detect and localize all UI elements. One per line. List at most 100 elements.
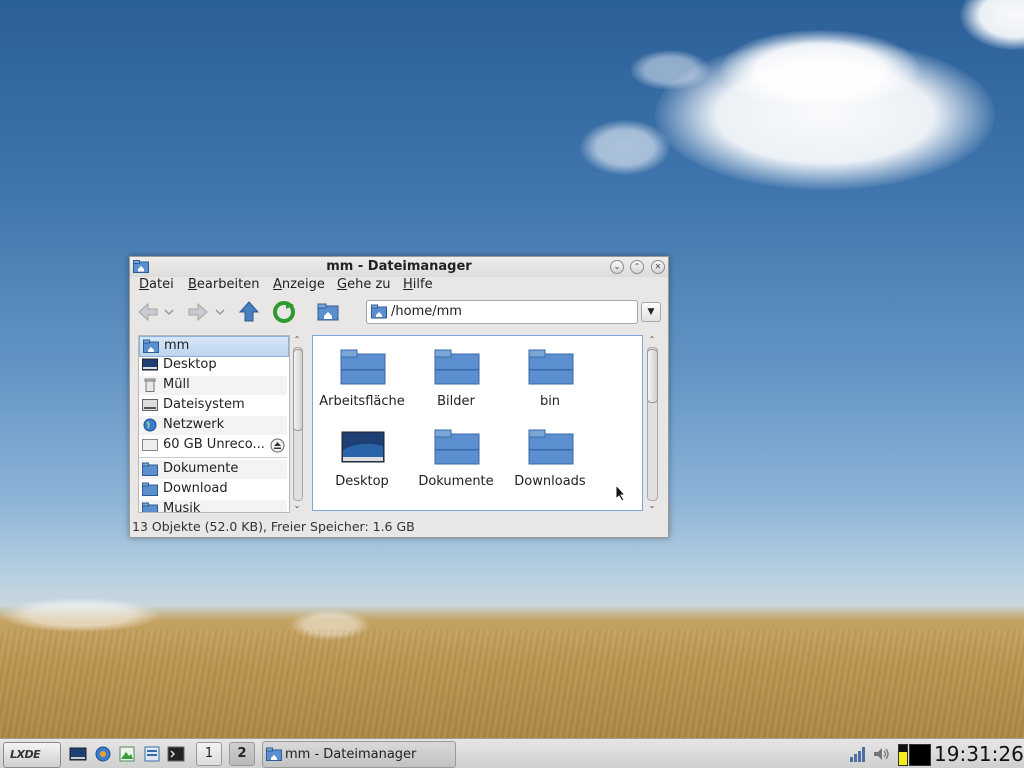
clock[interactable]: 19:31:26	[934, 742, 1024, 766]
browser-globe-icon[interactable]	[94, 745, 112, 763]
desktop-icon[interactable]	[69, 745, 87, 763]
menu-label: earbeiten	[196, 277, 260, 292]
battery-meter-icon[interactable]	[898, 744, 908, 766]
place-item-network[interactable]: Netzwerk	[139, 416, 287, 435]
chevron-down-icon[interactable]	[162, 300, 176, 324]
minimize-button[interactable]: ⌄	[610, 260, 624, 274]
title-bar[interactable]: mm - Dateimanager ⌄ ⌃ ✕	[130, 257, 668, 277]
file-item-arbeitsflaeche[interactable]: Arbeitsfläche	[315, 336, 409, 412]
cloud	[720, 30, 920, 110]
volume-icon[interactable]	[872, 745, 890, 763]
place-label: Netzwerk	[163, 417, 225, 432]
folder-icon	[142, 482, 158, 496]
folder-icon	[142, 502, 158, 512]
place-item-trash[interactable]: Müll	[139, 376, 287, 395]
place-item-volume[interactable]: 60 GB Unreco...	[139, 436, 287, 455]
menu-datei[interactable]: Datei	[139, 277, 174, 292]
scroll-down-arrow[interactable]: ⌄	[290, 501, 304, 511]
file-item-bin[interactable]: bin	[503, 336, 597, 412]
menu-label: nzeige	[281, 277, 325, 292]
menu-label: ilfe	[412, 277, 433, 292]
folder-icon	[528, 349, 574, 385]
place-label: Musik	[163, 501, 201, 513]
trash-icon	[144, 378, 156, 392]
menu-gehe-zu[interactable]: Gehe zu	[337, 277, 391, 292]
file-label: Arbeitsfläche	[319, 394, 405, 409]
network-globe-icon	[143, 418, 157, 432]
cpu-monitor-icon[interactable]	[909, 744, 931, 766]
network-signal-icon[interactable]	[849, 745, 867, 763]
workspace-label: 1	[204, 746, 214, 761]
file-manager-icon[interactable]	[143, 745, 161, 763]
scroll-thumb[interactable]	[647, 349, 658, 403]
file-label: bin	[539, 394, 561, 409]
places-panel: mm Desktop Müll Dateisystem Netzwerk 60 …	[138, 335, 290, 513]
window-title: mm - Dateimanager	[326, 259, 472, 274]
file-manager-window: mm - Dateimanager ⌄ ⌃ ✕ Datei Bearbeiten…	[129, 256, 669, 538]
desktop-icon	[341, 431, 385, 463]
workspace-1-button[interactable]: 1	[196, 742, 222, 766]
place-item-dokumente[interactable]: Dokumente	[139, 460, 287, 479]
file-item-bilder[interactable]: Bilder	[409, 336, 503, 412]
file-item-dokumente[interactable]: Dokumente	[409, 416, 503, 492]
menu-anzeige[interactable]: Anzeige	[273, 277, 325, 292]
place-label: Desktop	[163, 357, 217, 372]
folder-icon	[528, 429, 574, 465]
toolbar: /home/mm ▼	[130, 297, 668, 327]
place-label: 60 GB Unreco...	[163, 437, 265, 452]
home-folder-icon	[371, 304, 387, 319]
desktop-icon	[142, 358, 158, 371]
up-arrow-icon[interactable]	[237, 300, 261, 324]
task-button-file-manager[interactable]: mm - Dateimanager	[262, 741, 456, 768]
task-label: mm - Dateimanager	[285, 747, 417, 762]
scroll-thumb[interactable]	[293, 349, 303, 431]
taskbar: LXDE 1 2 mm - Dateimanager 19:31:26	[0, 738, 1024, 768]
menu-hilfe[interactable]: Hilfe	[403, 277, 433, 292]
eject-icon[interactable]	[270, 438, 285, 453]
file-icon-view[interactable]: Arbeitsfläche Bilder bin Desktop Dokumen…	[312, 335, 643, 511]
place-label: mm	[164, 338, 190, 353]
menu-bearbeiten[interactable]: Bearbeiten	[188, 277, 259, 292]
scroll-up-arrow[interactable]: ⌃	[290, 335, 304, 345]
address-text: /home/mm	[391, 304, 462, 319]
cloud	[0, 598, 160, 632]
file-item-desktop[interactable]: Desktop	[315, 416, 409, 492]
start-menu-button[interactable]: LXDE	[3, 742, 61, 768]
file-label: Bilder	[437, 394, 475, 409]
menu-bar: Datei Bearbeiten Anzeige Gehe zu Hilfe	[130, 277, 668, 295]
address-dropdown-button[interactable]: ▼	[641, 302, 661, 322]
place-label: Dokumente	[163, 461, 239, 476]
menu-label: ehe zu	[347, 277, 391, 292]
file-view-scrollbar[interactable]: ⌃ ⌄	[644, 335, 660, 511]
home-folder-icon	[266, 747, 282, 761]
mouse-cursor-icon	[615, 484, 627, 502]
menu-label: atei	[149, 277, 174, 292]
scroll-up-arrow[interactable]: ⌃	[644, 335, 660, 345]
terminal-icon[interactable]	[167, 745, 185, 763]
folder-icon	[434, 429, 480, 465]
cloud	[960, 0, 1024, 50]
chevron-down-icon[interactable]	[213, 300, 227, 324]
places-scrollbar[interactable]: ⌃ ⌄	[290, 335, 304, 511]
place-item-filesystem[interactable]: Dateisystem	[139, 396, 287, 415]
place-label: Download	[163, 481, 228, 496]
place-item-desktop[interactable]: Desktop	[139, 356, 287, 375]
maximize-button[interactable]: ⌃	[630, 260, 644, 274]
close-button[interactable]: ✕	[651, 260, 665, 274]
address-bar[interactable]: /home/mm	[366, 300, 638, 324]
scroll-down-arrow[interactable]: ⌄	[644, 501, 660, 511]
places-divider	[139, 457, 287, 458]
reload-icon[interactable]	[272, 300, 296, 324]
home-folder-icon[interactable]	[316, 300, 340, 324]
back-arrow-icon[interactable]	[136, 300, 160, 324]
place-item-mm[interactable]: mm	[139, 336, 289, 357]
file-label: Dokumente	[418, 474, 494, 489]
workspace-2-button[interactable]: 2	[229, 742, 255, 766]
image-viewer-icon[interactable]	[118, 745, 136, 763]
file-item-downloads[interactable]: Downloads	[503, 416, 597, 492]
place-item-download[interactable]: Download	[139, 480, 287, 499]
forward-arrow-icon[interactable]	[186, 300, 210, 324]
place-item-musik[interactable]: Musik	[139, 500, 287, 513]
place-label: Müll	[163, 377, 190, 392]
drive-icon	[142, 399, 158, 411]
